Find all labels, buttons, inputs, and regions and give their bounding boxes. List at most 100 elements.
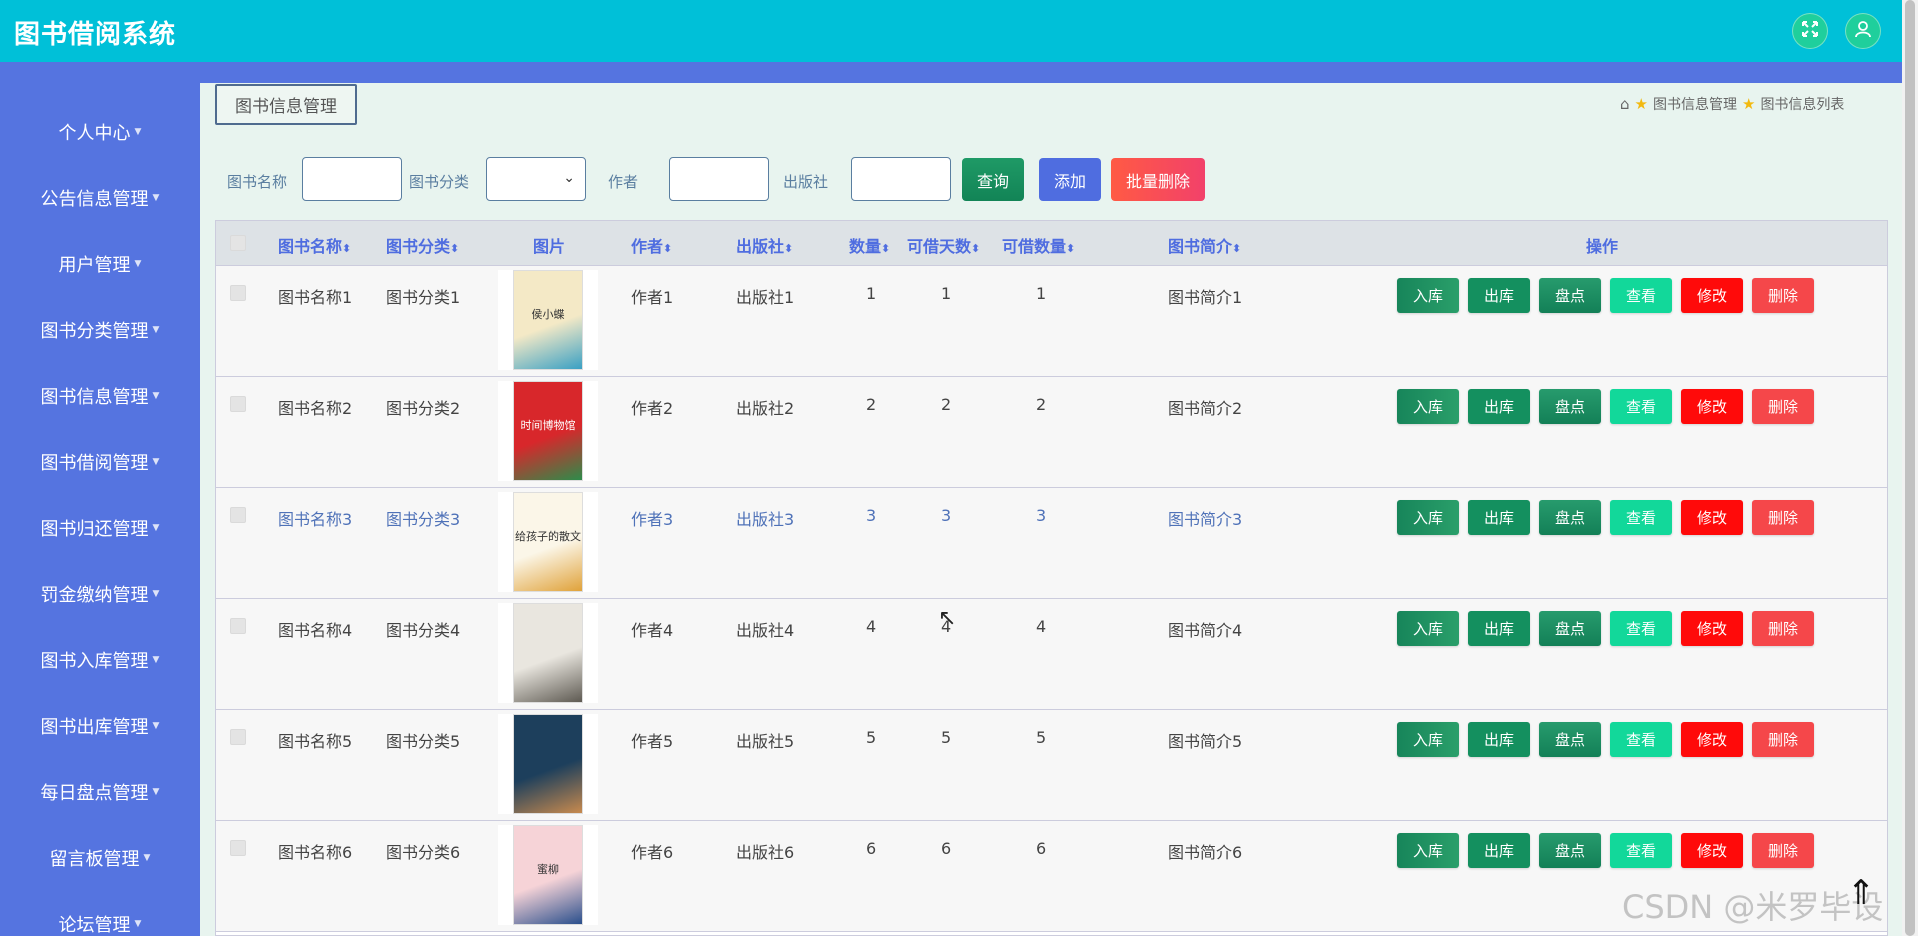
row-checkbox[interactable] [230, 285, 246, 301]
delete-button[interactable]: 删除 [1752, 278, 1814, 313]
header-intro[interactable]: 图书简介⬍ [1168, 233, 1241, 257]
edit-button[interactable]: 修改 [1681, 611, 1743, 646]
sidebar-item[interactable]: 每日盘点管理 ▼ [0, 759, 200, 825]
stock-out-button[interactable]: 出库 [1468, 500, 1530, 535]
inventory-button[interactable]: 盘点 [1539, 278, 1601, 313]
edit-button[interactable]: 修改 [1681, 833, 1743, 868]
stock-in-button[interactable]: 入库 [1397, 611, 1459, 646]
batch-delete-button[interactable]: 批量删除 [1111, 158, 1205, 201]
sidebar-item-label: 图书信息管理 [40, 387, 149, 408]
publisher-input[interactable] [851, 157, 951, 201]
tab-book-info[interactable]: 图书信息管理 [215, 84, 357, 125]
table-row[interactable]: 图书名称4 图书分类4 作者4 出版社4 4 4 4 图书简介4 入库 出库 盘点 查看 修改 删除 [216, 599, 1887, 710]
header-author[interactable]: 作者⬍ [631, 233, 672, 257]
sidebar-item[interactable]: 图书归还管理 ▼ [0, 495, 200, 561]
page-scrollbar[interactable] [1902, 0, 1918, 936]
select-all-checkbox[interactable] [230, 235, 246, 251]
inventory-button[interactable]: 盘点 [1539, 389, 1601, 424]
sidebar-item-label: 每日盘点管理 [40, 783, 149, 804]
inventory-button[interactable]: 盘点 [1539, 611, 1601, 646]
view-button[interactable]: 查看 [1610, 389, 1672, 424]
view-button[interactable]: 查看 [1610, 278, 1672, 313]
table-row[interactable]: 图书名称2 图书分类2 作者2 出版社2 2 2 2 图书简介2 时间博物馆 入库 出库 盘点 查看 修改… [216, 377, 1887, 488]
stock-in-button[interactable]: 入库 [1397, 722, 1459, 757]
delete-button[interactable]: 删除 [1752, 611, 1814, 646]
sidebar-item[interactable]: 罚金缴纳管理 ▼ [0, 561, 200, 627]
sidebar-item-label: 图书出库管理 [40, 717, 149, 738]
inventory-button[interactable]: 盘点 [1539, 500, 1601, 535]
sidebar-item[interactable]: 论坛管理 ▼ [0, 891, 200, 936]
sidebar-item[interactable]: 图书借阅管理 ▼ [0, 429, 200, 495]
row-checkbox[interactable] [230, 729, 246, 745]
delete-button[interactable]: 删除 [1752, 833, 1814, 868]
header-borrow-days[interactable]: 可借天数⬍ [907, 233, 980, 257]
cell-quantity: 5 [866, 728, 877, 747]
cell-name: 图书名称2 [278, 399, 353, 418]
inventory-button[interactable]: 盘点 [1539, 722, 1601, 757]
sidebar-item[interactable]: 图书信息管理 ▼ [0, 363, 200, 429]
sidebar-item[interactable]: 图书出库管理 ▼ [0, 693, 200, 759]
edit-button[interactable]: 修改 [1681, 722, 1743, 757]
sidebar-item[interactable]: 用户管理 ▼ [0, 231, 200, 297]
stock-out-button[interactable]: 出库 [1468, 389, 1530, 424]
stock-out-button[interactable]: 出库 [1468, 278, 1530, 313]
breadcrumb-level1[interactable]: 图书信息管理 [1653, 94, 1737, 114]
header-borrow-count[interactable]: 可借数量⬍ [1002, 233, 1075, 257]
delete-button[interactable]: 删除 [1752, 389, 1814, 424]
book-category-select[interactable]: ⌄ [486, 157, 586, 201]
header-name[interactable]: 图书名称⬍ [278, 233, 351, 257]
stock-in-button[interactable]: 入库 [1397, 833, 1459, 868]
cell-quantity: 3 [866, 506, 877, 525]
user-menu-button[interactable] [1845, 13, 1881, 49]
table-row[interactable]: 图书名称1 图书分类1 作者1 出版社1 1 1 1 图书简介1 侯小蝶 入库 出库 盘点 查看 修改 删除 [216, 266, 1887, 377]
sidebar-item[interactable]: 图书分类管理 ▼ [0, 297, 200, 363]
sidebar-item-label: 公告信息管理 [40, 189, 149, 210]
header-quantity[interactable]: 数量⬍ [849, 233, 890, 257]
cell-author: 作者3 [631, 510, 674, 529]
view-button[interactable]: 查看 [1610, 500, 1672, 535]
view-button[interactable]: 查看 [1610, 611, 1672, 646]
table-row[interactable]: 图书名称3 图书分类3 作者3 出版社3 3 3 3 图书简介3 给孩子的散文 入库 出库 盘点 查看修… [216, 488, 1887, 599]
caret-down-icon: ▼ [152, 655, 160, 665]
stock-in-button[interactable]: 入库 [1397, 500, 1459, 535]
delete-button[interactable]: 删除 [1752, 722, 1814, 757]
header-publisher[interactable]: 出版社⬍ [736, 233, 793, 257]
stock-out-button[interactable]: 出库 [1468, 611, 1530, 646]
row-checkbox[interactable] [230, 396, 246, 412]
chevron-down-icon: ⌄ [563, 170, 575, 186]
cell-name: 图书名称4 [278, 621, 353, 640]
stock-out-button[interactable]: 出库 [1468, 833, 1530, 868]
inventory-button[interactable]: 盘点 [1539, 833, 1601, 868]
edit-button[interactable]: 修改 [1681, 500, 1743, 535]
fullscreen-button[interactable] [1792, 13, 1828, 49]
scrollbar-thumb[interactable] [1905, 0, 1915, 936]
cell-quantity: 4 [866, 617, 877, 636]
view-button[interactable]: 查看 [1610, 722, 1672, 757]
header-category[interactable]: 图书分类⬍ [386, 233, 459, 257]
stock-in-button[interactable]: 入库 [1397, 389, 1459, 424]
book-name-input[interactable] [302, 157, 402, 201]
arrow-up-icon: ⇑ [1846, 873, 1876, 913]
cell-borrow-days: 5 [941, 728, 952, 747]
sidebar-item[interactable]: 图书入库管理 ▼ [0, 627, 200, 693]
edit-button[interactable]: 修改 [1681, 278, 1743, 313]
row-checkbox[interactable] [230, 507, 246, 523]
view-button[interactable]: 查看 [1610, 833, 1672, 868]
sidebar-item[interactable]: 个人中心 ▼ [0, 99, 200, 165]
stock-in-button[interactable]: 入库 [1397, 278, 1459, 313]
add-button[interactable]: 添加 [1039, 158, 1101, 201]
book-cover-image: 侯小蝶 [513, 270, 583, 370]
cell-category: 图书分类3 [386, 510, 461, 529]
sidebar-item[interactable]: 留言板管理 ▼ [0, 825, 200, 891]
back-to-top-button[interactable]: ⇑ [1840, 873, 1882, 913]
home-icon[interactable]: ⌂ [1620, 95, 1630, 113]
query-button[interactable]: 查询 [962, 158, 1024, 201]
row-checkbox[interactable] [230, 840, 246, 856]
stock-out-button[interactable]: 出库 [1468, 722, 1530, 757]
author-input[interactable] [669, 157, 769, 201]
sidebar-item[interactable]: 公告信息管理 ▼ [0, 165, 200, 231]
delete-button[interactable]: 删除 [1752, 500, 1814, 535]
table-row[interactable]: 图书名称5 图书分类5 作者5 出版社5 5 5 5 图书简介5 入库 出库 盘点 查看 修改 删除 [216, 710, 1887, 821]
row-checkbox[interactable] [230, 618, 246, 634]
edit-button[interactable]: 修改 [1681, 389, 1743, 424]
